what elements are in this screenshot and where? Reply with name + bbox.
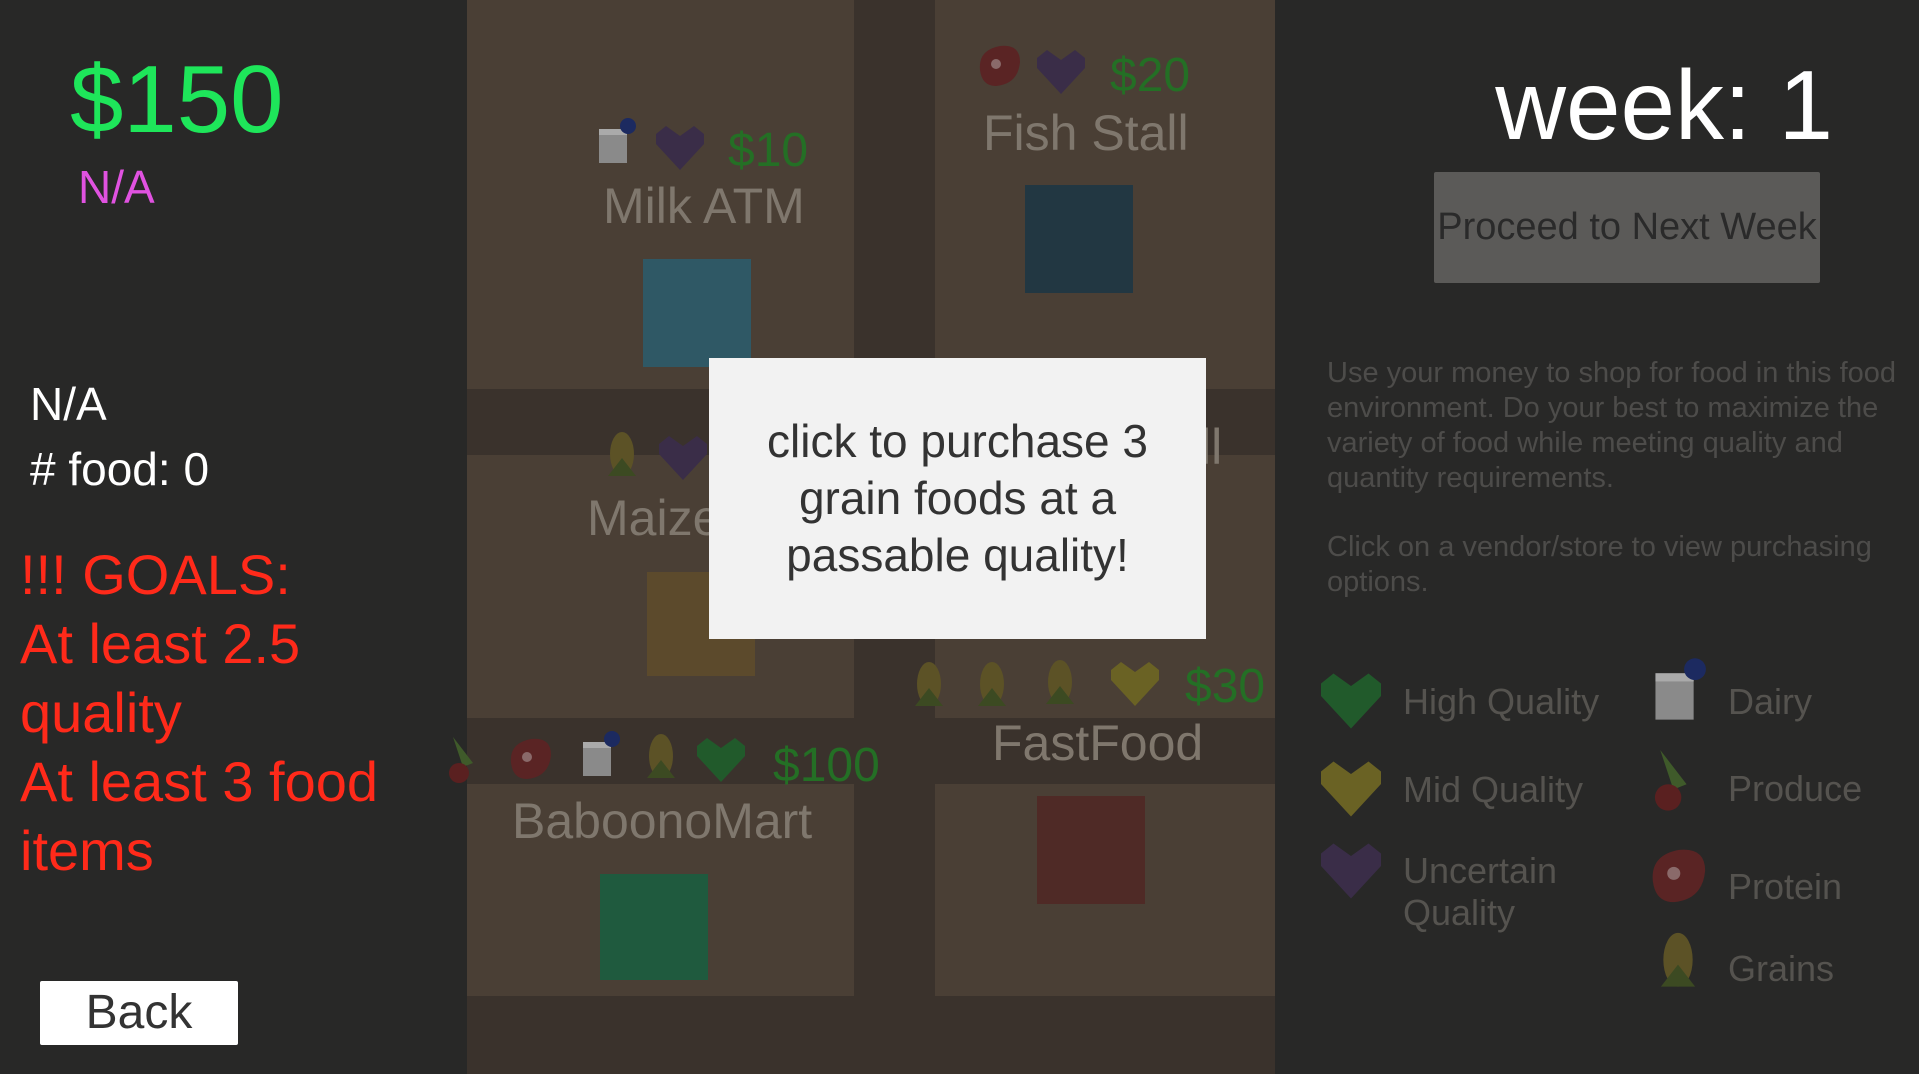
back-button[interactable]: Back	[40, 981, 238, 1045]
mid-quality-icon	[1111, 662, 1159, 706]
grains-icon	[647, 734, 675, 778]
uncertain-quality-icon	[659, 436, 707, 480]
legend-uncertain-quality: Uncertain Quality	[1403, 850, 1557, 934]
mid-quality-icon	[1321, 761, 1381, 817]
fish-stall-vendor[interactable]	[1025, 185, 1133, 293]
average-quality: N/A	[30, 378, 107, 430]
food-count: # food: 0	[30, 443, 210, 495]
maize-name: Maize	[587, 490, 721, 546]
legend-produce: Produce	[1728, 768, 1863, 809]
protein-icon	[1652, 849, 1706, 903]
grains-icon	[1046, 660, 1074, 704]
goals-line: At least 2.5	[20, 612, 301, 675]
uncertain-quality-icon	[656, 126, 704, 170]
babooomart-vendor[interactable]	[600, 874, 708, 980]
road-horizontal-bottom	[467, 996, 1275, 1074]
tutorial-popup[interactable]: click to purchase 3 grain foods at a pas…	[709, 358, 1206, 639]
uncertain-quality-icon	[1037, 50, 1085, 94]
money-display: $150	[70, 46, 284, 153]
instructions-paragraph: Use your money to shop for food in this …	[1327, 357, 1897, 494]
fastfood-vendor[interactable]	[1037, 796, 1145, 904]
instructions-paragraph: Click on a vendor/store to view purchasi…	[1327, 531, 1872, 598]
grains-icon	[978, 662, 1006, 706]
babooomart-name: BaboonoMart	[512, 793, 813, 849]
fastfood-name: FastFood	[992, 715, 1204, 771]
next-week-button[interactable]: Proceed to Next Week	[1434, 172, 1820, 283]
week-counter: week: 1	[1495, 50, 1833, 160]
goals-line: At least 3 food	[20, 750, 379, 813]
tutorial-popup-text: click to purchase 3 grain foods at a pas…	[767, 415, 1148, 581]
legend-high-quality: High Quality	[1403, 681, 1600, 722]
legend-uncertain-line: Quality	[1403, 892, 1516, 933]
high-quality-icon	[697, 738, 745, 782]
milk-atm-price: $10	[728, 124, 809, 177]
legend-mid-quality: Mid Quality	[1403, 769, 1584, 810]
grains-icon	[1660, 932, 1696, 987]
quality-status: N/A	[78, 161, 155, 213]
dairy-icon	[583, 731, 620, 776]
babooomart-price: $100	[773, 739, 880, 792]
goals-list: !!! GOALS: At least 2.5 quality At least…	[20, 540, 460, 885]
milk-atm-vendor[interactable]	[643, 259, 751, 367]
milk-atm-name: Milk ATM	[603, 178, 805, 234]
protein-icon	[510, 738, 551, 779]
uncertain-quality-icon	[1321, 843, 1381, 899]
goals-line: items	[20, 819, 154, 882]
legend-grains: Grains	[1728, 948, 1835, 989]
legend-dairy: Dairy	[1728, 681, 1813, 722]
produce-icon	[449, 737, 473, 783]
legend-uncertain-line: Uncertain	[1403, 850, 1558, 891]
legend-protein: Protein	[1728, 866, 1843, 907]
dairy-icon	[1655, 658, 1706, 720]
fish-stall-price: $20	[1110, 49, 1191, 102]
stats-panel: $150 N/A N/A # food: 0 !!! GOALS: At lea…	[0, 0, 467, 1074]
grains-icon	[608, 432, 636, 476]
protein-icon	[979, 45, 1020, 86]
instructions: Use your money to shop for food in this …	[1327, 356, 1907, 634]
info-panel: week: 1 Proceed to Next Week Use your mo…	[1275, 0, 1919, 1074]
dairy-icon	[599, 118, 636, 163]
goals-line: quality	[20, 681, 182, 744]
high-quality-icon	[1321, 673, 1381, 729]
produce-icon	[1654, 749, 1687, 811]
grains-icon	[915, 662, 943, 706]
fish-stall-name: Fish Stall	[983, 105, 1189, 161]
fastfood-price: $30	[1185, 660, 1266, 713]
goals-line: !!! GOALS:	[20, 543, 291, 606]
